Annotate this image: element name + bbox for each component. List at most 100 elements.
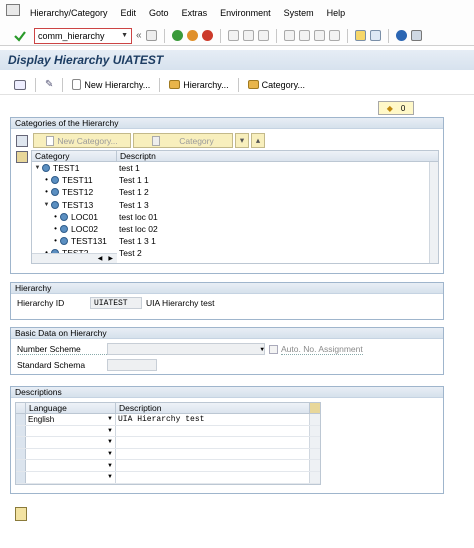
first-page-icon[interactable] [283, 30, 295, 41]
chevron-down-icon[interactable]: ▼ [107, 463, 113, 469]
column-language[interactable]: Language [26, 403, 116, 413]
table-row[interactable]: ▼ [16, 425, 320, 438]
previous-page-icon[interactable] [298, 30, 310, 41]
collapse-all-button[interactable]: ▾ [235, 133, 249, 148]
category-node-icon [42, 164, 50, 173]
column-category[interactable]: Category [32, 151, 117, 161]
scroll-left-icon[interactable]: ◀ [98, 255, 103, 262]
hierarchy-group: Hierarchy Hierarchy ID UIATEST UIA Hiera… [10, 282, 444, 320]
tree-row[interactable]: • TEST12 Test 1 2 [32, 186, 438, 198]
menu-edit[interactable]: Edit [121, 8, 137, 18]
chevron-down-icon[interactable]: ▼ [121, 32, 128, 39]
new-session-icon[interactable] [354, 30, 366, 41]
detail-settings-icon[interactable] [15, 507, 27, 521]
tree-row[interactable]: • TEST131 Test 1 3 1 [32, 235, 438, 247]
category-button[interactable]: Category... [247, 80, 305, 90]
row-selector[interactable] [16, 460, 26, 471]
hierarchy-button[interactable]: Hierarchy... [169, 80, 229, 90]
find-next-icon[interactable] [257, 30, 269, 41]
exit-icon[interactable] [186, 30, 198, 41]
standard-schema-label: Standard Schema [17, 360, 86, 370]
table-row[interactable]: ▼ [16, 448, 320, 461]
standard-schema-field [107, 359, 157, 371]
page-title: Display Hierarchy UIATEST [8, 53, 164, 67]
new-hierarchy-button[interactable]: New Hierarchy... [72, 79, 150, 90]
row-selector[interactable] [16, 448, 26, 460]
last-page-icon[interactable] [328, 30, 340, 41]
expand-all-button[interactable]: ▴ [251, 133, 265, 148]
cancel-icon[interactable] [201, 30, 213, 41]
find-icon[interactable] [242, 30, 254, 41]
table-row[interactable]: ▼ [16, 471, 320, 484]
group-title: Basic Data on Hierarchy [11, 328, 443, 339]
menu-goto[interactable]: Goto [149, 8, 169, 18]
table-row[interactable]: ▼ [16, 460, 320, 472]
category-node-icon [51, 176, 59, 185]
save-icon[interactable] [145, 30, 157, 41]
scroll-right-icon[interactable]: ▶ [108, 255, 113, 262]
tree-settings-icon[interactable] [16, 151, 28, 163]
standard-toolbar: comm_hierarchy ▼ « [0, 26, 474, 46]
tree-row[interactable]: ▼ TEST13 Test 1 3 [32, 199, 438, 211]
print-icon[interactable] [227, 30, 239, 41]
layout-menu-icon[interactable] [410, 30, 422, 41]
expanded-icon[interactable]: ▼ [42, 199, 51, 211]
chevron-down-icon[interactable]: ▼ [107, 451, 113, 457]
number-scheme-select[interactable]: ▼ [107, 343, 265, 355]
help-icon[interactable] [395, 30, 407, 41]
menu-help[interactable]: Help [327, 8, 346, 18]
enter-check-icon[interactable] [14, 30, 26, 42]
tree-row[interactable]: ▼ TEST1 test 1 [32, 162, 438, 174]
chevron-down-icon[interactable]: ▼ [107, 474, 113, 480]
shortcut-icon[interactable] [369, 30, 381, 41]
display-change-icon[interactable]: ✎ [45, 79, 53, 90]
column-description[interactable]: Descriptn [117, 151, 156, 161]
auto-no-label: Auto. No. Assignment [281, 343, 363, 355]
back-icon[interactable] [171, 30, 183, 41]
chevron-down-icon[interactable]: ▼ [107, 416, 113, 422]
command-field[interactable]: comm_hierarchy ▼ [34, 27, 132, 44]
tree-row[interactable]: • LOC02 test loc 02 [32, 223, 438, 235]
column-description[interactable]: Description [116, 403, 309, 413]
chevron-down-icon[interactable]: ▼ [260, 344, 264, 355]
category-node-icon [51, 200, 59, 209]
chevron-down-icon[interactable]: ▼ [107, 428, 113, 434]
document-icon [46, 135, 55, 146]
title-bar: Display Hierarchy UIATEST [0, 50, 474, 70]
new-category-button[interactable]: New Category... [33, 133, 131, 148]
menu-extras[interactable]: Extras [182, 8, 208, 18]
row-selector[interactable] [16, 471, 26, 483]
table-header: Language Description [16, 403, 320, 414]
window-menu-icon[interactable] [6, 4, 20, 16]
tree-vertical-scrollbar[interactable] [429, 162, 438, 263]
menu-hierarchy-category[interactable]: Hierarchy/Category [30, 8, 108, 18]
menu-bar: Hierarchy/Category Edit Goto Extras Envi… [0, 0, 474, 26]
row-selector[interactable] [16, 425, 26, 437]
tree-row[interactable]: • LOC01 test loc 01 [32, 211, 438, 223]
category-node-icon [51, 188, 59, 197]
number-scheme-label: Number Scheme [17, 344, 107, 355]
auto-no-checkbox[interactable] [269, 344, 278, 354]
expanded-icon[interactable]: ▼ [33, 162, 42, 174]
tree-row[interactable]: • TEST11 Test 1 1 [32, 174, 438, 186]
table-row[interactable]: English ▼ UIA Hierarchy test [16, 414, 320, 426]
tree-horizontal-scrollbar[interactable]: ◀ ▶ [32, 253, 117, 263]
chevron-down-icon[interactable]: ▼ [107, 439, 113, 445]
folder-icon [247, 80, 259, 89]
next-page-icon[interactable] [313, 30, 325, 41]
table-settings-icon[interactable] [309, 403, 320, 413]
categories-group: Categories of the Hierarchy New Category… [10, 117, 444, 274]
binoculars-icon[interactable] [16, 135, 28, 147]
table-row[interactable]: ▼ [16, 437, 320, 449]
message-counter-button[interactable]: ◆ 0 [378, 101, 414, 115]
menu-system[interactable]: System [284, 8, 314, 18]
menu-environment[interactable]: Environment [220, 8, 271, 18]
document-icon [72, 79, 82, 90]
row-selector[interactable] [16, 437, 26, 448]
overview-icon[interactable] [14, 79, 26, 90]
group-title: Hierarchy [11, 283, 443, 294]
double-chevron-left-icon[interactable]: « [136, 30, 142, 41]
category-dropdown-button[interactable]: Category [133, 133, 233, 148]
row-selector[interactable] [16, 414, 26, 425]
group-title: Descriptions [11, 387, 443, 398]
